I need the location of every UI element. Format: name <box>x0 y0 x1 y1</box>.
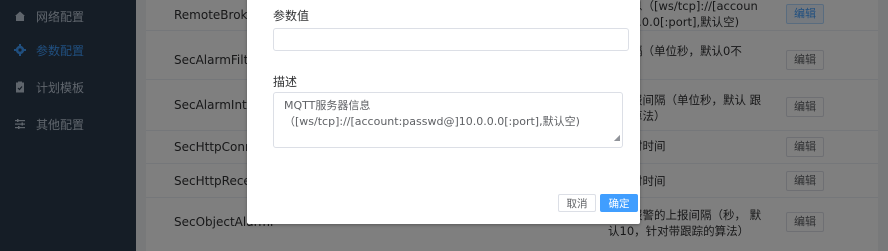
value-input[interactable] <box>273 28 629 51</box>
cancel-button[interactable]: 取消 <box>558 194 596 212</box>
desc-text: MQTT服务器信息（[ws/tcp]://[account:passwd@]10… <box>284 99 580 128</box>
confirm-button[interactable]: 确定 <box>600 194 638 212</box>
edit-param-dialog: 参数值 描述 MQTT服务器信息（[ws/tcp]://[account:pas… <box>247 0 640 224</box>
desc-label: 描述 <box>273 75 298 89</box>
resize-handle-icon[interactable]: ◢ <box>614 130 620 146</box>
desc-textarea[interactable]: MQTT服务器信息（[ws/tcp]://[account:passwd@]10… <box>273 92 623 148</box>
value-label: 参数值 <box>273 9 310 23</box>
